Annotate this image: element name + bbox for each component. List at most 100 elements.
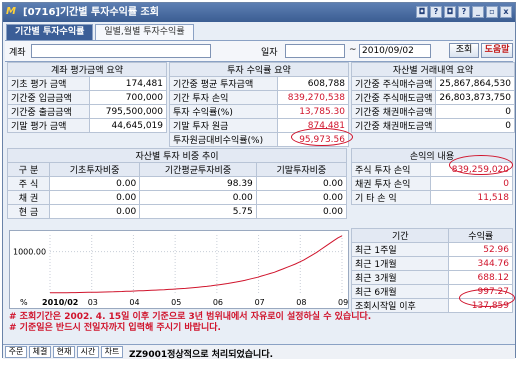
- current-button[interactable]: 현재: [53, 346, 75, 358]
- order-button[interactable]: 주문: [5, 346, 27, 358]
- x-tick-label: 04: [129, 298, 139, 307]
- row-value: 11,518: [430, 190, 513, 205]
- row-label: 투자원금대비수익률(%): [169, 132, 278, 147]
- return-summary-header: 투자 수익률 요약: [169, 62, 349, 77]
- row-value: 688.12: [448, 270, 513, 285]
- table-row: 채 권 0.00 0.00 0.00: [6, 190, 348, 205]
- row-value: 44,645,019: [88, 118, 168, 133]
- date-label: 일자: [261, 48, 278, 58]
- x-tick-label: 2010/02: [42, 298, 78, 307]
- highlight-circle: [449, 155, 513, 175]
- print-icon[interactable]: ◘: [444, 6, 456, 18]
- row-label: 기간중 평균 투자금액: [169, 76, 278, 91]
- row-label: 최근 1개월: [350, 256, 450, 271]
- table-row: 기간 투자 손익 839,270,538: [169, 90, 350, 105]
- chart-x-axis: % 2010/02 03 04 05 06 07 08 09: [9, 296, 349, 309]
- note-line: # 조회기간은 2002. 4. 15일 이후 기준으로 3년 범위내에서 자유…: [9, 312, 372, 322]
- help-icon[interactable]: ?: [430, 6, 442, 18]
- title-bar: M [0716]기간별 투자수익률 조회 ◘ ? ◘ ? _ ▫ x: [3, 3, 515, 22]
- cell: 0.00: [255, 176, 348, 191]
- window-title: [0716]기간별 투자수익률 조회: [23, 7, 159, 18]
- row-label: 기말 투자 원금: [169, 118, 278, 133]
- table-row: 투자 수익률(%) 13,785.30: [169, 104, 350, 119]
- table-row: 기간중 출금금액 795,500,000: [7, 104, 168, 119]
- account-summary-table: 계좌 평가금액 요약 기초 평가 금액 174,481 기간중 입금금액 700,0…: [7, 62, 168, 133]
- asset-ratio-header: 자산별 투자 비중 추이: [7, 148, 347, 163]
- row-value: 0: [430, 176, 513, 191]
- table-row: 기말 평가 금액 44,645,019: [7, 118, 168, 133]
- return-trend-chart: 1000.00: [9, 230, 349, 298]
- row-label: 기간중 출금금액: [7, 104, 90, 119]
- status-message: ZZ9001정상적으로 처리되었습니다.: [129, 350, 274, 360]
- column-header: 구 분: [6, 162, 51, 177]
- query-button[interactable]: 조회: [449, 43, 479, 58]
- cell: 0.00: [139, 190, 257, 205]
- row-label: 기간중 채권매도금액: [350, 118, 437, 133]
- highlight-circle: [291, 128, 353, 146]
- cell: 98.39: [139, 176, 257, 191]
- maximize-icon[interactable]: ▫: [486, 6, 498, 18]
- date-from-input[interactable]: [285, 44, 345, 58]
- date-to-input[interactable]: 2010/09/02: [359, 44, 431, 58]
- row-value: 0: [435, 104, 515, 119]
- x-tick-label: 07: [255, 298, 265, 307]
- tab-daily-monthly-return[interactable]: 일별,월별 투자수익률: [95, 24, 194, 40]
- x-tick-label: 05: [171, 298, 181, 307]
- row-label: 주 식: [6, 176, 51, 191]
- cell: 5.75: [139, 204, 257, 219]
- row-label: 투자 수익률(%): [169, 104, 278, 119]
- notes: # 조회기간은 2002. 4. 15일 이후 기준으로 3년 범위내에서 자유…: [9, 312, 509, 334]
- fill-button[interactable]: 체결: [29, 346, 51, 358]
- row-label: 최근 1주일: [350, 242, 450, 257]
- row-label: 기간중 채권매수금액: [350, 104, 437, 119]
- close-icon[interactable]: x: [500, 6, 512, 18]
- return-series-line: [50, 235, 343, 294]
- status-bar: 주문 체결 현재 시간 차트 ZZ9001정상적으로 처리되었습니다.: [3, 344, 515, 360]
- column-header: 기간평균투자비중: [139, 162, 257, 177]
- chart-canvas: 1000.00: [13, 235, 343, 294]
- asset-trades-header: 자산별 거래내역 요약: [351, 62, 515, 77]
- table-row: 기간중 주식매도금액 26,803,873,750: [350, 90, 515, 105]
- highlight-circle: [459, 289, 515, 307]
- cell: 0.00: [255, 190, 348, 205]
- x-tick-label: 03: [88, 298, 98, 307]
- chart-axis-canvas: % 2010/02 03 04 05 06 07 08 09: [20, 298, 348, 307]
- table-row: 현 금 0.00 5.75 0.00: [6, 204, 348, 219]
- tab-period-return[interactable]: 기간별 투자수익률: [6, 24, 94, 40]
- row-label: 기초 평가 금액: [7, 76, 90, 91]
- account-summary-header: 계좌 평가금액 요약: [7, 62, 167, 77]
- row-label: 기간중 입금금액: [7, 90, 90, 105]
- chart-button[interactable]: 차트: [101, 346, 123, 358]
- table-row: 기간중 주식매수금액 25,867,864,530: [350, 76, 515, 91]
- row-value: 52.96: [448, 242, 513, 257]
- date-separator: ~: [349, 45, 357, 55]
- y-unit-label: %: [20, 298, 28, 307]
- filter-bar: 계좌 일자 ~ 2010/09/02 조회 도움말: [5, 40, 513, 62]
- row-label: 채 권: [6, 190, 51, 205]
- row-label: 최근 6개월: [350, 284, 450, 299]
- help-button[interactable]: 도움말: [481, 43, 513, 58]
- cell: 0.00: [255, 204, 348, 219]
- table-row: 기간중 채권매도금액 0: [350, 118, 515, 133]
- account-input[interactable]: [31, 44, 211, 58]
- minimize-icon[interactable]: _: [472, 6, 484, 18]
- row-label: 기말 평가 금액: [7, 118, 90, 133]
- row-value: 608,788: [276, 76, 350, 91]
- table-row: 기 타 손 익 11,518: [350, 190, 513, 205]
- main-window: M [0716]기간별 투자수익률 조회 ◘ ? ◘ ? _ ▫ x 기간별 투…: [2, 2, 516, 360]
- row-label: 기 타 손 익: [350, 190, 432, 205]
- asset-trades-table: 자산별 거래내역 요약 기간중 주식매수금액 25,867,864,530 기간중…: [350, 62, 515, 133]
- table-row: 최근 3개월 688.12: [350, 270, 513, 285]
- column-header: 기간: [350, 228, 450, 243]
- row-label: 채권 투자 손익: [350, 176, 432, 191]
- row-value: 25,867,864,530: [435, 76, 515, 91]
- row-value: 700,000: [88, 90, 168, 105]
- account-label: 계좌: [9, 48, 26, 58]
- info-icon[interactable]: ?: [458, 6, 470, 18]
- table-row: 채권 투자 손익 0: [350, 176, 513, 191]
- link-icon[interactable]: ◘: [416, 6, 428, 18]
- row-label: 기간중 주식매도금액: [350, 90, 437, 105]
- app-logo-icon: M: [6, 6, 16, 17]
- time-button[interactable]: 시간: [77, 346, 99, 358]
- column-header: 기초투자비중: [49, 162, 141, 177]
